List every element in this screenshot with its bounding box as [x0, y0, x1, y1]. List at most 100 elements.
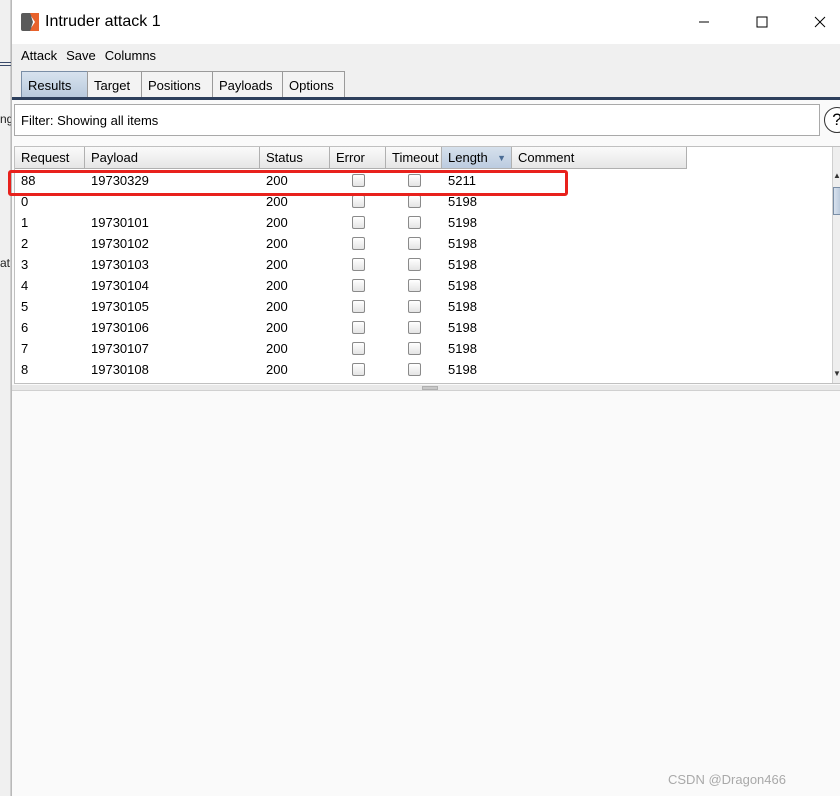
cell-payload: 19730106 [91, 320, 149, 335]
cell-request: 5 [21, 299, 29, 314]
timeout-checkbox[interactable] [408, 216, 421, 229]
cell-length: 5198 [448, 362, 477, 377]
error-checkbox[interactable] [352, 342, 365, 355]
sort-descending-icon: ▼ [497, 153, 506, 163]
splitter-handle[interactable] [422, 386, 438, 390]
cell-payload: 19730102 [91, 236, 149, 251]
table-header: Request Payload Status Error Timeout Len… [15, 147, 687, 169]
menu-attack[interactable]: Attack [21, 48, 57, 63]
title-bar[interactable]: Intruder attack 1 [12, 0, 840, 44]
cell-status: 200 [266, 341, 288, 356]
cell-request: 7 [21, 341, 29, 356]
scroll-down-icon[interactable]: ▼ [833, 369, 840, 378]
column-header-status[interactable]: Status [260, 147, 330, 169]
cell-length: 5198 [448, 341, 477, 356]
menu-save[interactable]: Save [66, 48, 96, 63]
timeout-checkbox[interactable] [408, 258, 421, 271]
error-checkbox[interactable] [352, 363, 365, 376]
timeout-checkbox[interactable] [408, 237, 421, 250]
background-window-strip: ng at [0, 0, 11, 796]
cell-request: 1 [21, 215, 29, 230]
cell-length: 5198 [448, 236, 477, 251]
error-checkbox[interactable] [352, 237, 365, 250]
column-header-comment[interactable]: Comment [512, 147, 687, 169]
cell-length: 5198 [448, 278, 477, 293]
burp-app-icon [21, 13, 39, 31]
cell-request: 3 [21, 257, 29, 272]
bg-text-fragment: at [0, 256, 11, 270]
close-button[interactable] [798, 8, 840, 36]
cell-request: 0 [21, 194, 29, 209]
cell-request: 6 [21, 320, 29, 335]
column-header-length-label: Length [448, 150, 488, 165]
cell-status: 200 [266, 362, 288, 377]
error-checkbox[interactable] [352, 216, 365, 229]
menu-columns[interactable]: Columns [105, 48, 156, 63]
maximize-button[interactable] [740, 8, 784, 36]
vertical-scrollbar[interactable]: ▲ ▼ [832, 147, 840, 383]
timeout-checkbox[interactable] [408, 342, 421, 355]
window-title: Intruder attack 1 [45, 13, 161, 30]
column-header-request[interactable]: Request [15, 147, 85, 169]
cell-payload: 19730108 [91, 362, 149, 377]
watermark: CSDN @Dragon466 [668, 772, 786, 787]
cell-payload: 19730103 [91, 257, 149, 272]
table-row[interactable]: 4 19730104 200 5198 [15, 275, 687, 296]
maximize-icon [756, 16, 768, 28]
cell-status: 200 [266, 278, 288, 293]
cell-payload: 19730101 [91, 215, 149, 230]
tab-target[interactable]: Target [87, 71, 142, 98]
cell-length: 5198 [448, 320, 477, 335]
tab-results[interactable]: Results [21, 71, 88, 98]
scroll-up-icon[interactable]: ▲ [833, 171, 840, 180]
cell-status: 200 [266, 257, 288, 272]
cell-status: 200 [266, 194, 288, 209]
timeout-checkbox[interactable] [408, 363, 421, 376]
timeout-checkbox[interactable] [408, 300, 421, 313]
column-header-error[interactable]: Error [330, 147, 386, 169]
tab-underline [12, 97, 840, 100]
minimize-icon [699, 21, 709, 23]
table-row[interactable]: 6 19730106 200 5198 [15, 317, 687, 338]
error-checkbox[interactable] [352, 258, 365, 271]
cell-status: 200 [266, 320, 288, 335]
intruder-window: Intruder attack 1 Attack Save Columns Re… [8, 0, 840, 796]
timeout-checkbox[interactable] [408, 279, 421, 292]
cell-payload: 19730104 [91, 278, 149, 293]
cell-request: 8 [21, 362, 29, 377]
tab-positions[interactable]: Positions [141, 71, 213, 98]
bg-divider [0, 62, 11, 63]
filter-text: Filter: Showing all items [21, 112, 159, 128]
timeout-checkbox[interactable] [408, 321, 421, 334]
column-header-length[interactable]: Length ▼ [442, 147, 512, 169]
table-row[interactable]: 7 19730107 200 5198 [15, 338, 687, 359]
timeout-checkbox[interactable] [408, 195, 421, 208]
tab-bar: Results Target Positions Payloads Option… [12, 66, 840, 100]
cell-status: 200 [266, 299, 288, 314]
error-checkbox[interactable] [352, 300, 365, 313]
table-body: 88 19730329 200 5211 0 200 5198 1 197301… [15, 170, 687, 380]
table-row[interactable]: 8 19730108 200 5198 [15, 359, 687, 380]
minimize-button[interactable] [682, 8, 726, 36]
error-checkbox[interactable] [352, 321, 365, 334]
table-row[interactable]: 5 19730105 200 5198 [15, 296, 687, 317]
help-icon[interactable]: ? [824, 107, 840, 133]
close-icon [814, 16, 826, 28]
cell-length: 5198 [448, 215, 477, 230]
cell-request: 2 [21, 236, 29, 251]
tab-options[interactable]: Options [282, 71, 345, 98]
scrollbar-thumb[interactable] [833, 187, 840, 215]
filter-bar[interactable]: Filter: Showing all items [14, 104, 820, 136]
cell-length: 5198 [448, 299, 477, 314]
menu-bar: Attack Save Columns [12, 44, 840, 66]
cell-length: 5198 [448, 194, 477, 209]
table-row[interactable]: 1 19730101 200 5198 [15, 212, 687, 233]
table-row[interactable]: 2 19730102 200 5198 [15, 233, 687, 254]
error-checkbox[interactable] [352, 195, 365, 208]
tab-payloads[interactable]: Payloads [212, 71, 283, 98]
table-row[interactable]: 3 19730103 200 5198 [15, 254, 687, 275]
column-header-timeout[interactable]: Timeout [386, 147, 442, 169]
error-checkbox[interactable] [352, 279, 365, 292]
column-header-payload[interactable]: Payload [85, 147, 260, 169]
pane-splitter[interactable] [12, 385, 840, 391]
